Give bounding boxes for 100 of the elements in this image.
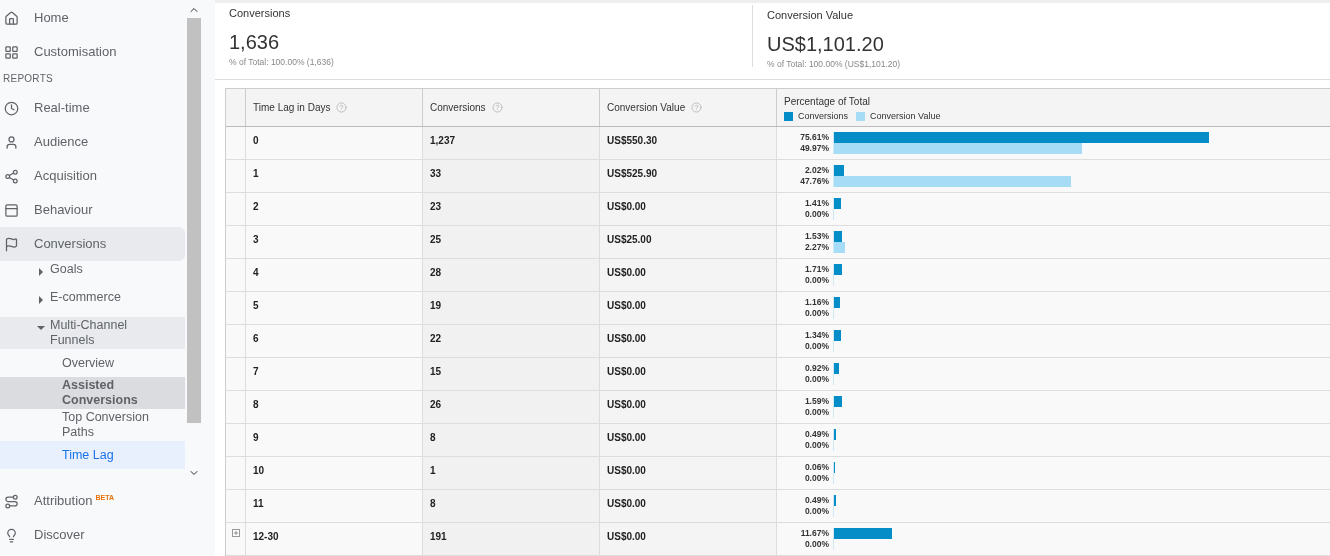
table-cell: 8 [423,424,600,456]
help-icon[interactable] [336,102,348,113]
flag-icon [4,236,19,252]
percentage-label: 0.00% [803,505,830,518]
nav-subgroup[interactable]: E-commerce [0,289,185,317]
nav-item[interactable]: Audience [0,125,185,159]
table-cell: 2 [246,193,423,225]
nav-subitem[interactable]: Top Conversion Paths [0,409,185,441]
window-icon [4,202,19,218]
column-header[interactable]: Time Lag in Days [246,89,423,126]
route-icon [4,493,19,509]
nav-item[interactable]: Behaviour [0,193,185,227]
table-cell: 15 [423,358,600,390]
table-cell: 28 [423,259,600,291]
table-cell: US$0.00 [600,325,777,357]
nav-subitem[interactable]: Assisted Conversions [0,377,185,409]
nav-subitem[interactable]: Time Lag [0,441,185,469]
caret-down-icon [38,325,44,331]
nav-item[interactable]: Customisation [0,35,185,69]
section-label: REPORTS [2,72,54,86]
percentage-label: 2.27% [803,241,830,254]
caret-right-icon [38,269,44,275]
table-cell: 8 [423,490,600,522]
nav-link[interactable]: Attribution [34,491,93,511]
table-cell: US$525.90 [600,160,777,192]
table-cell: 19 [423,292,600,324]
table-cell: US$0.00 [600,358,777,390]
percentage-label: 0.00% [803,439,830,452]
percentage-label: 1.16% [803,296,830,309]
table-cell: US$0.00 [600,490,777,522]
table-cell: US$550.30 [600,127,777,159]
column-header[interactable]: Conversions [423,89,600,126]
table-cell: 8 [246,391,423,423]
percentage-label: 1.71% [803,263,830,276]
nav-item[interactable]: Real-time [0,91,185,125]
percentage-label: 1.59% [803,395,830,408]
percentage-label: 1.41% [803,197,830,210]
table-cell: US$25.00 [600,226,777,258]
lightbulb-icon [4,527,19,543]
table-cell: 191 [423,523,600,555]
table-cell: 7 [246,358,423,390]
column-header: Percentage of Total [784,95,871,109]
table-cell: 33 [423,160,600,192]
percentage-label: 0.49% [803,428,830,441]
percentage-label: 49.97% [799,142,830,155]
table-cell: 12-30 [246,523,423,555]
branch-icon [4,168,19,184]
table-cell: 1,237 [423,127,600,159]
percentage-label: 0.92% [803,362,830,375]
help-icon[interactable] [491,102,503,113]
metric-value: 1,636 [229,29,281,55]
metric-total: % of Total: 100.00% (US$1,101.20) [767,57,902,71]
percentage-label: 0.00% [803,472,830,485]
table-cell: 1 [423,457,600,489]
percentage-label: 0.00% [803,208,830,221]
percentage-label: 75.61% [799,131,830,144]
percentage-label: 11.67% [799,527,830,540]
percentage-label: 0.00% [803,340,830,353]
percentage-label: 1.53% [803,230,830,243]
percentage-label: 2.02% [803,164,830,177]
person-icon [4,134,19,150]
nav-item[interactable]: Conversions [0,227,185,261]
table-cell: 25 [423,226,600,258]
percentage-label: 1.34% [803,329,830,342]
table-cell: US$0.00 [600,259,777,291]
nav-subgroup[interactable]: Multi-Channel Funnels [0,317,185,349]
table-cell: US$0.00 [600,424,777,456]
table-cell: 0 [246,127,423,159]
help-icon[interactable] [691,102,703,113]
nav-subitem[interactable]: Overview [0,349,185,377]
table-cell: US$0.00 [600,523,777,555]
percentage-label: 0.00% [803,307,830,320]
legend-label: Conversion Value [870,110,941,123]
table-cell: 4 [246,259,423,291]
percentage-label: 0.00% [803,274,830,287]
percentage-label: 0.49% [803,494,830,507]
table-cell: US$0.00 [600,292,777,324]
metric-label: Conversion Value [767,8,854,23]
table-cell: 5 [246,292,423,324]
table-cell: 3 [246,226,423,258]
scrollbar-thumb[interactable] [186,18,201,423]
nav-link[interactable]: Discover [34,525,85,545]
metric-total: % of Total: 100.00% (1,636) [229,55,335,69]
table-cell: 6 [246,325,423,357]
table-cell: 9 [246,424,423,456]
percentage-label: 0.00% [803,373,830,386]
nav-subgroup[interactable]: Goals [0,261,185,289]
percentage-label: 0.06% [803,461,830,474]
metric-label: Conversions [229,6,292,21]
table-cell: US$0.00 [600,391,777,423]
table-cell: 23 [423,193,600,225]
nav-item[interactable]: Home [0,1,185,35]
percentage-label: 47.76% [799,175,830,188]
table-cell: US$0.00 [600,457,777,489]
table-cell: US$0.00 [600,193,777,225]
expand-icon[interactable] [231,529,240,537]
legend-label: Conversions [798,110,849,123]
percentage-label: 0.00% [803,406,830,419]
column-header[interactable]: Conversion Value [600,89,777,126]
nav-item[interactable]: Acquisition [0,159,185,193]
